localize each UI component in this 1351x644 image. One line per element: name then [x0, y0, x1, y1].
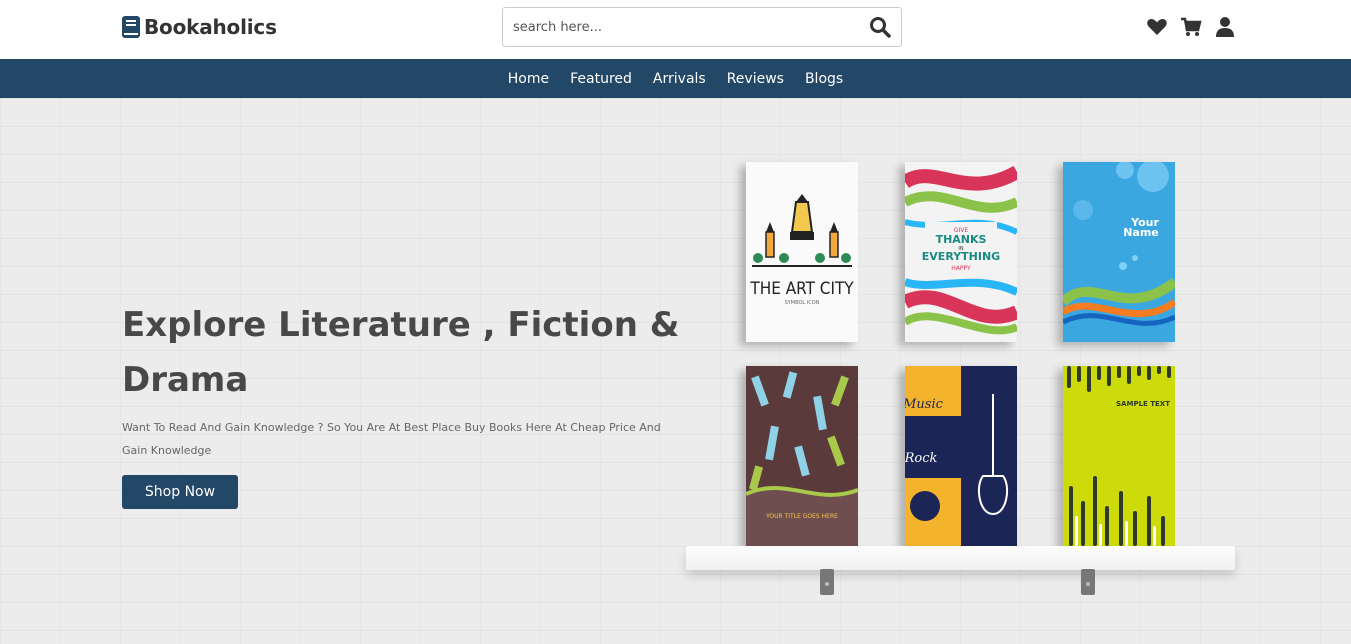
book-thanks-line5: HAPPY: [951, 265, 971, 272]
book-your-name[interactable]: Your Name: [1063, 162, 1175, 342]
hero-title: Explore Literature , Fiction & Drama: [122, 305, 680, 400]
logo-text: Bookaholics: [144, 15, 277, 39]
book-music[interactable]: Music Rock: [905, 366, 1017, 546]
book-hands[interactable]: YOUR TITLE GOES HERE: [746, 366, 858, 546]
book-art-city-subtitle: SYMBOL ICON: [785, 300, 820, 306]
book-give-thanks-cover: GIVE THANKS IN EVERYTHING HAPPY: [905, 162, 1017, 342]
nav-home[interactable]: Home: [508, 71, 549, 87]
nav-featured[interactable]: Featured: [570, 71, 632, 87]
nav-arrivals[interactable]: Arrivals: [653, 71, 706, 87]
main-nav: Home Featured Arrivals Reviews Blogs: [0, 59, 1351, 98]
shop-now-button[interactable]: Shop Now: [122, 475, 238, 509]
book-art-city-cover: THE ART CITY SYMBOL ICON: [746, 162, 858, 342]
hero-section: Explore Literature , Fiction & Drama Wan…: [0, 98, 1351, 644]
hero-description: Want To Read And Gain Knowledge ? So You…: [122, 421, 661, 457]
bookshelf: [686, 546, 1235, 570]
nav-blogs[interactable]: Blogs: [805, 71, 843, 87]
book-give-thanks[interactable]: GIVE THANKS IN EVERYTHING HAPPY: [905, 162, 1017, 342]
book-icon: [122, 16, 140, 38]
heart-icon[interactable]: [1146, 16, 1168, 38]
book-hands-title: YOUR TITLE GOES HERE: [765, 513, 838, 520]
nav-reviews[interactable]: Reviews: [727, 71, 784, 87]
book-your-name-text2: Name: [1123, 226, 1159, 239]
book-music-text1: Music: [905, 397, 944, 412]
site-header: Bookaholics: [0, 0, 1351, 59]
book-thanks-line4: EVERYTHING: [922, 250, 1000, 263]
book-sample-text[interactable]: SAMPLE TEXT: [1063, 366, 1175, 546]
book-your-name-cover: Your Name: [1063, 162, 1175, 342]
book-sample-text-cover: SAMPLE TEXT: [1063, 366, 1175, 546]
shelf-bracket-right: [1081, 569, 1095, 595]
user-icon[interactable]: [1214, 16, 1236, 38]
book-hands-cover: YOUR TITLE GOES HERE: [746, 366, 858, 546]
search-input[interactable]: [503, 8, 843, 46]
book-music-text2: Rock: [905, 451, 938, 466]
logo-link[interactable]: Bookaholics: [122, 15, 277, 39]
search-icon[interactable]: [869, 16, 891, 38]
book-sample-text-label: SAMPLE TEXT: [1116, 400, 1170, 408]
header-icons: [1146, 16, 1248, 38]
search-form: [502, 7, 902, 47]
book-thanks-line2: THANKS: [936, 233, 987, 246]
book-music-cover: Music Rock: [905, 366, 1017, 546]
book-art-city-title: THE ART CITY: [749, 279, 854, 299]
shelf-bracket-left: [820, 569, 834, 595]
book-art-city[interactable]: THE ART CITY SYMBOL ICON: [746, 162, 858, 342]
cart-icon[interactable]: [1180, 16, 1202, 38]
